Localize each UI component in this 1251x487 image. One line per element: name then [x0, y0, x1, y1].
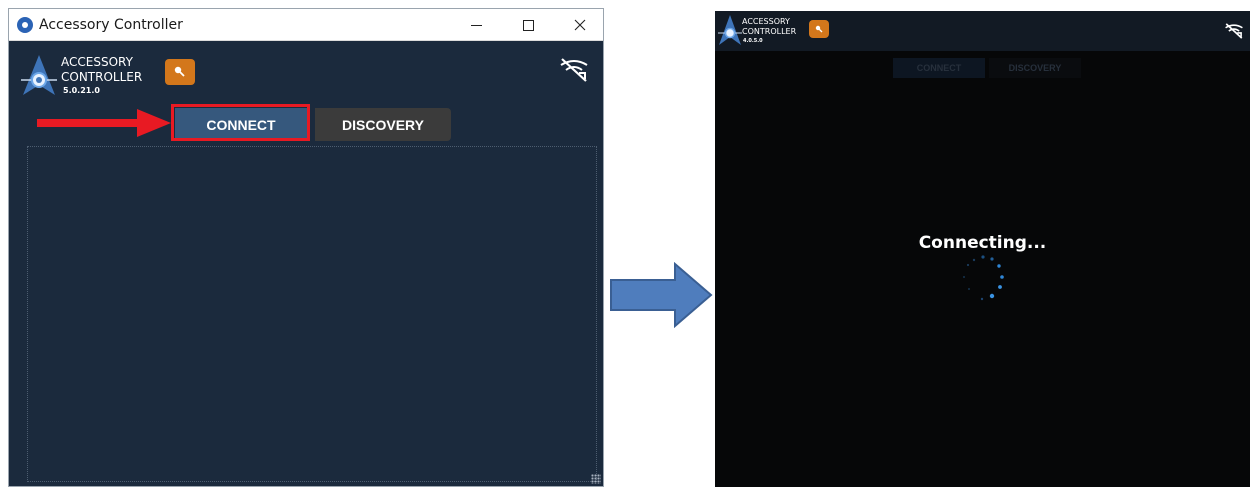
logo-mark-icon — [21, 55, 57, 95]
accessory-controller-window: Accessory Controller ACCESSORY CONTROLLE… — [8, 8, 604, 487]
resize-grip[interactable] — [591, 474, 601, 484]
app-logo: ACCESSORY CONTROLLER 4.0.5.0 — [718, 15, 818, 47]
connect-highlight-box — [171, 104, 310, 141]
tab-discovery: DISCOVERY — [989, 58, 1081, 78]
logo-mark-icon — [718, 15, 742, 45]
tab-discovery[interactable]: DISCOVERY — [315, 108, 451, 141]
app-icon — [17, 17, 33, 33]
title-bar[interactable]: Accessory Controller — [9, 9, 603, 41]
header-bar: ACCESSORY CONTROLLER 4.0.5.0 — [715, 11, 1250, 51]
transition-arrow — [610, 262, 713, 328]
tab-discovery-label: DISCOVERY — [1008, 63, 1062, 73]
key-button[interactable] — [809, 20, 829, 38]
close-button[interactable] — [557, 9, 603, 41]
key-icon — [174, 66, 185, 77]
tab-connect: CONNECT — [893, 58, 985, 78]
maximize-icon — [522, 19, 534, 31]
key-icon — [815, 25, 823, 33]
logo-line-2: CONTROLLER — [742, 27, 797, 36]
key-button[interactable] — [165, 59, 195, 85]
tab-connect-label: CONNECT — [916, 63, 962, 73]
window-title: Accessory Controller — [39, 17, 183, 33]
logo-line-2: CONTROLLER — [61, 70, 143, 84]
red-annotation-arrow — [37, 109, 171, 137]
loading-spinner-icon — [963, 255, 1004, 301]
logo-line-1: ACCESSORY — [61, 55, 133, 69]
wifi-off-icon[interactable] — [1223, 21, 1245, 41]
connecting-status: Connecting... — [918, 233, 1047, 253]
logo-line-1: ACCESSORY — [742, 17, 790, 26]
logo-version: 5.0.21.0 — [63, 86, 100, 95]
connecting-window: ACCESSORY CONTROLLER 4.0.5.0 CONNECT DIS… — [715, 11, 1250, 487]
tab-discovery-label: DISCOVERY — [342, 116, 424, 133]
app-logo: ACCESSORY CONTROLLER 5.0.21.0 — [21, 53, 161, 101]
minimize-icon — [470, 24, 482, 26]
wifi-off-icon[interactable] — [557, 55, 591, 85]
logo-version: 4.0.5.0 — [743, 38, 763, 44]
minimize-button[interactable] — [453, 9, 499, 41]
close-icon — [574, 19, 586, 31]
device-list-panel — [27, 146, 597, 482]
maximize-button[interactable] — [505, 9, 551, 41]
